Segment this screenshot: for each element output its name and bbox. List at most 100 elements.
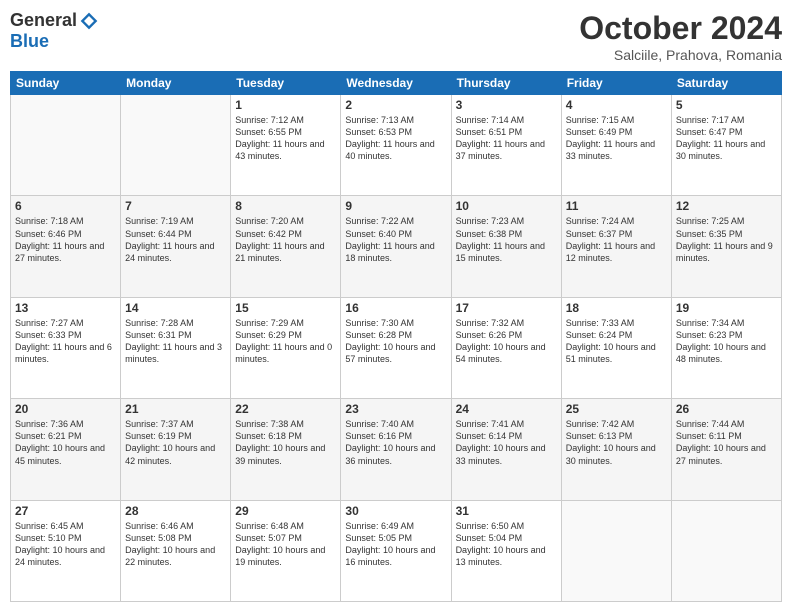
- calendar-week-row: 6 Sunrise: 7:18 AM Sunset: 6:46 PM Daylig…: [11, 196, 782, 297]
- title-section: October 2024 Salciile, Prahova, Romania: [579, 10, 782, 63]
- calendar-cell: 19 Sunrise: 7:34 AM Sunset: 6:23 PM Dayli…: [671, 297, 781, 398]
- calendar-cell: [121, 95, 231, 196]
- day-number: 5: [676, 98, 777, 112]
- day-info: Sunrise: 6:50 AM Sunset: 5:04 PM Dayligh…: [456, 520, 557, 569]
- calendar-cell: 12 Sunrise: 7:25 AM Sunset: 6:35 PM Dayli…: [671, 196, 781, 297]
- calendar-cell: 25Sunrise: 7:42 AM Sunset: 6:13 PM Dayli…: [561, 399, 671, 500]
- calendar-cell: 1 Sunrise: 7:12 AM Sunset: 6:55 PM Daylig…: [231, 95, 341, 196]
- day-number: 20: [15, 402, 116, 416]
- page: General Blue October 2024 Salciile, Prah…: [0, 0, 792, 612]
- day-number: 28: [125, 504, 226, 518]
- day-number: 7: [125, 199, 226, 213]
- day-info: Sunrise: 7:27 AM Sunset: 6:33 PM Dayligh…: [15, 317, 116, 366]
- day-number: 12: [676, 199, 777, 213]
- day-info: Sunrise: 7:13 AM Sunset: 6:53 PM Dayligh…: [345, 114, 446, 163]
- day-info: Sunrise: 7:34 AM Sunset: 6:23 PM Dayligh…: [676, 317, 777, 366]
- day-info: Sunrise: 7:17 AM Sunset: 6:47 PM Dayligh…: [676, 114, 777, 163]
- day-number: 15: [235, 301, 336, 315]
- calendar-cell: 13 Sunrise: 7:27 AM Sunset: 6:33 PM Dayli…: [11, 297, 121, 398]
- calendar-cell: [11, 95, 121, 196]
- calendar-cell: 17Sunrise: 7:32 AM Sunset: 6:26 PM Dayli…: [451, 297, 561, 398]
- logo-blue-text: Blue: [10, 31, 49, 52]
- logo: General Blue: [10, 10, 99, 52]
- month-title: October 2024: [579, 10, 782, 47]
- day-number: 17: [456, 301, 557, 315]
- weekday-header-tuesday: Tuesday: [231, 72, 341, 95]
- day-number: 27: [15, 504, 116, 518]
- calendar-week-row: 20 Sunrise: 7:36 AM Sunset: 6:21 PM Dayli…: [11, 399, 782, 500]
- day-number: 14: [125, 301, 226, 315]
- day-info: Sunrise: 7:19 AM Sunset: 6:44 PM Dayligh…: [125, 215, 226, 264]
- calendar-cell: 2 Sunrise: 7:13 AM Sunset: 6:53 PM Daylig…: [341, 95, 451, 196]
- calendar-cell: 26Sunrise: 7:44 AM Sunset: 6:11 PM Dayli…: [671, 399, 781, 500]
- day-info: Sunrise: 7:25 AM Sunset: 6:35 PM Dayligh…: [676, 215, 777, 264]
- weekday-header-friday: Friday: [561, 72, 671, 95]
- logo-general-text: General: [10, 10, 77, 31]
- calendar-cell: 31 Sunrise: 6:50 AM Sunset: 5:04 PM Dayli…: [451, 500, 561, 601]
- calendar-cell: [561, 500, 671, 601]
- calendar-cell: 8Sunrise: 7:20 AM Sunset: 6:42 PM Daylig…: [231, 196, 341, 297]
- day-number: 4: [566, 98, 667, 112]
- day-info: Sunrise: 6:46 AM Sunset: 5:08 PM Dayligh…: [125, 520, 226, 569]
- calendar-week-row: 27Sunrise: 6:45 AM Sunset: 5:10 PM Dayli…: [11, 500, 782, 601]
- calendar-cell: 24Sunrise: 7:41 AM Sunset: 6:14 PM Dayli…: [451, 399, 561, 500]
- day-number: 30: [345, 504, 446, 518]
- day-number: 26: [676, 402, 777, 416]
- day-info: Sunrise: 7:38 AM Sunset: 6:18 PM Dayligh…: [235, 418, 336, 467]
- day-number: 19: [676, 301, 777, 315]
- day-info: Sunrise: 7:15 AM Sunset: 6:49 PM Dayligh…: [566, 114, 667, 163]
- day-info: Sunrise: 7:33 AM Sunset: 6:24 PM Dayligh…: [566, 317, 667, 366]
- day-number: 29: [235, 504, 336, 518]
- weekday-header-sunday: Sunday: [11, 72, 121, 95]
- day-info: Sunrise: 7:40 AM Sunset: 6:16 PM Dayligh…: [345, 418, 446, 467]
- weekday-header-saturday: Saturday: [671, 72, 781, 95]
- day-number: 31: [456, 504, 557, 518]
- day-info: Sunrise: 7:12 AM Sunset: 6:55 PM Dayligh…: [235, 114, 336, 163]
- day-number: 10: [456, 199, 557, 213]
- calendar-cell: 21 Sunrise: 7:37 AM Sunset: 6:19 PM Dayli…: [121, 399, 231, 500]
- calendar-week-row: 1 Sunrise: 7:12 AM Sunset: 6:55 PM Daylig…: [11, 95, 782, 196]
- day-info: Sunrise: 7:30 AM Sunset: 6:28 PM Dayligh…: [345, 317, 446, 366]
- day-number: 6: [15, 199, 116, 213]
- logo-icon: [79, 11, 99, 31]
- day-info: Sunrise: 7:23 AM Sunset: 6:38 PM Dayligh…: [456, 215, 557, 264]
- day-info: Sunrise: 7:37 AM Sunset: 6:19 PM Dayligh…: [125, 418, 226, 467]
- day-info: Sunrise: 6:48 AM Sunset: 5:07 PM Dayligh…: [235, 520, 336, 569]
- day-number: 22: [235, 402, 336, 416]
- day-info: Sunrise: 7:22 AM Sunset: 6:40 PM Dayligh…: [345, 215, 446, 264]
- day-info: Sunrise: 7:29 AM Sunset: 6:29 PM Dayligh…: [235, 317, 336, 366]
- day-number: 1: [235, 98, 336, 112]
- day-number: 21: [125, 402, 226, 416]
- calendar-cell: 27Sunrise: 6:45 AM Sunset: 5:10 PM Dayli…: [11, 500, 121, 601]
- calendar-cell: 28 Sunrise: 6:46 AM Sunset: 5:08 PM Dayli…: [121, 500, 231, 601]
- calendar-cell: 11Sunrise: 7:24 AM Sunset: 6:37 PM Dayli…: [561, 196, 671, 297]
- day-number: 8: [235, 199, 336, 213]
- calendar-cell: 3Sunrise: 7:14 AM Sunset: 6:51 PM Daylig…: [451, 95, 561, 196]
- day-info: Sunrise: 7:28 AM Sunset: 6:31 PM Dayligh…: [125, 317, 226, 366]
- calendar-cell: 16 Sunrise: 7:30 AM Sunset: 6:28 PM Dayli…: [341, 297, 451, 398]
- day-number: 16: [345, 301, 446, 315]
- day-number: 3: [456, 98, 557, 112]
- calendar-cell: 7 Sunrise: 7:19 AM Sunset: 6:44 PM Daylig…: [121, 196, 231, 297]
- calendar-cell: 14 Sunrise: 7:28 AM Sunset: 6:31 PM Dayli…: [121, 297, 231, 398]
- day-info: Sunrise: 7:41 AM Sunset: 6:14 PM Dayligh…: [456, 418, 557, 467]
- calendar-cell: 22 Sunrise: 7:38 AM Sunset: 6:18 PM Dayli…: [231, 399, 341, 500]
- day-number: 2: [345, 98, 446, 112]
- day-number: 13: [15, 301, 116, 315]
- day-number: 18: [566, 301, 667, 315]
- weekday-header-row: SundayMondayTuesdayWednesdayThursdayFrid…: [11, 72, 782, 95]
- calendar-cell: 6 Sunrise: 7:18 AM Sunset: 6:46 PM Daylig…: [11, 196, 121, 297]
- day-number: 25: [566, 402, 667, 416]
- day-info: Sunrise: 7:36 AM Sunset: 6:21 PM Dayligh…: [15, 418, 116, 467]
- day-number: 11: [566, 199, 667, 213]
- weekday-header-thursday: Thursday: [451, 72, 561, 95]
- calendar-cell: 5 Sunrise: 7:17 AM Sunset: 6:47 PM Daylig…: [671, 95, 781, 196]
- day-info: Sunrise: 7:18 AM Sunset: 6:46 PM Dayligh…: [15, 215, 116, 264]
- calendar-cell: [671, 500, 781, 601]
- location-subtitle: Salciile, Prahova, Romania: [579, 47, 782, 63]
- day-number: 23: [345, 402, 446, 416]
- calendar-week-row: 13 Sunrise: 7:27 AM Sunset: 6:33 PM Dayli…: [11, 297, 782, 398]
- day-info: Sunrise: 6:49 AM Sunset: 5:05 PM Dayligh…: [345, 520, 446, 569]
- calendar-table: SundayMondayTuesdayWednesdayThursdayFrid…: [10, 71, 782, 602]
- calendar-cell: 23 Sunrise: 7:40 AM Sunset: 6:16 PM Dayli…: [341, 399, 451, 500]
